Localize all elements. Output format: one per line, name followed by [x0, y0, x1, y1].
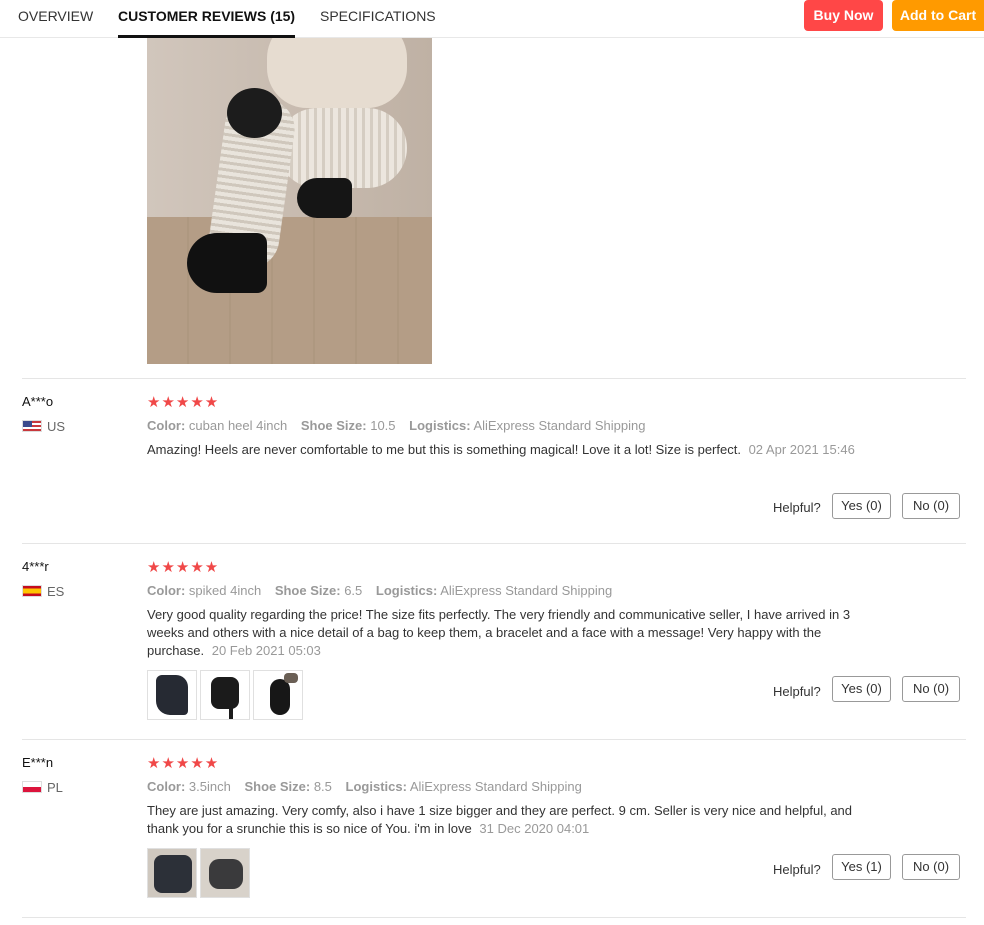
divider — [22, 917, 966, 918]
add-to-cart-button[interactable]: Add to Cart — [892, 0, 984, 31]
review-date: 02 Apr 2021 15:46 — [748, 442, 855, 457]
reviewer-name: A***o — [22, 394, 54, 409]
helpful-label: Helpful? — [773, 862, 821, 877]
review-date: 20 Feb 2021 05:03 — [211, 643, 321, 658]
review-thumbnail[interactable] — [200, 848, 250, 898]
review-thumbnail[interactable] — [253, 670, 303, 720]
review-thumbnail[interactable] — [147, 670, 197, 720]
helpful-no-button[interactable]: No (0) — [902, 493, 960, 519]
helpful-label: Helpful? — [773, 500, 821, 515]
es-flag-icon — [22, 585, 42, 597]
divider — [22, 543, 966, 544]
star-rating: ★★★★★ — [147, 394, 220, 411]
helpful-label: Helpful? — [773, 684, 821, 699]
reviewer-country: PL — [22, 780, 63, 795]
helpful-yes-button[interactable]: Yes (1) — [832, 854, 891, 880]
review-attributes: Color: cuban heel 4inch Shoe Size: 10.5 … — [147, 418, 646, 433]
us-flag-icon — [22, 420, 42, 432]
divider — [22, 378, 966, 379]
review-thumbnails — [147, 670, 306, 725]
star-rating: ★★★★★ — [147, 755, 220, 772]
review-text: Very good quality regarding the price! T… — [147, 607, 851, 658]
buy-now-button[interactable]: Buy Now — [804, 0, 883, 31]
review-thumbnails — [147, 848, 253, 903]
pl-flag-icon — [22, 781, 42, 793]
tab-overview[interactable]: OVERVIEW — [18, 0, 93, 38]
tab-specifications[interactable]: SPECIFICATIONS — [320, 0, 436, 38]
helpful-no-button[interactable]: No (0) — [902, 854, 960, 880]
helpful-no-button[interactable]: No (0) — [902, 676, 960, 702]
star-rating: ★★★★★ — [147, 559, 220, 576]
tab-customer-reviews[interactable]: CUSTOMER REVIEWS (15) — [118, 0, 296, 38]
divider — [22, 739, 966, 740]
review-thumbnail[interactable] — [147, 848, 197, 898]
review-text: Amazing! Heels are never comfortable to … — [147, 442, 855, 457]
review-attributes: Color: 3.5inch Shoe Size: 8.5 Logistics:… — [147, 779, 582, 794]
helpful-yes-button[interactable]: Yes (0) — [832, 493, 891, 519]
reviewer-name: 4***r — [22, 559, 49, 574]
review-text: They are just amazing. Very comfy, also … — [147, 803, 853, 836]
reviewer-country: US — [22, 419, 65, 434]
helpful-yes-button[interactable]: Yes (0) — [832, 676, 891, 702]
reviewer-country: ES — [22, 584, 64, 599]
review-attributes: Color: spiked 4inch Shoe Size: 6.5 Logis… — [147, 583, 613, 598]
review-photo[interactable] — [147, 38, 432, 364]
review-thumbnail[interactable] — [200, 670, 250, 720]
review-date: 31 Dec 2020 04:01 — [479, 821, 590, 836]
review-tabs-bar: OVERVIEW CUSTOMER REVIEWS (15) SPECIFICA… — [0, 0, 984, 38]
reviewer-name: E***n — [22, 755, 54, 770]
